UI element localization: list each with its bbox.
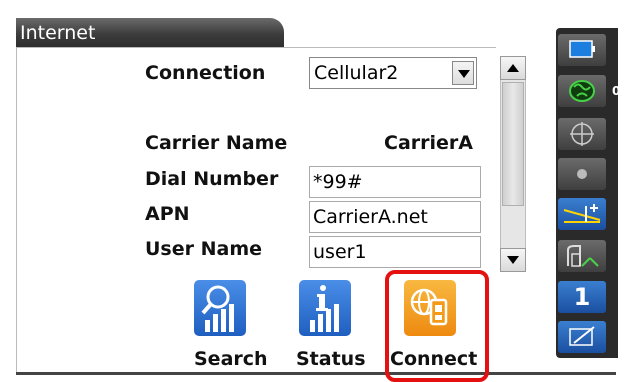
scroll-up-button[interactable]: [500, 56, 526, 80]
connection-label: Connection: [145, 62, 266, 84]
search-chart-icon: [201, 285, 234, 332]
target-button[interactable]: [558, 118, 606, 150]
search-app-label: Search: [194, 348, 268, 370]
prism-button[interactable]: [558, 240, 606, 272]
edit-button[interactable]: [558, 321, 606, 353]
status-app-button[interactable]: [299, 280, 351, 336]
scroll-down-button[interactable]: [500, 248, 526, 272]
user-name-label: User Name: [145, 238, 263, 260]
frame-divider: [16, 47, 496, 48]
target-icon: [570, 122, 594, 146]
search-app-button[interactable]: [194, 280, 246, 336]
tilt-count: 0: [612, 84, 621, 98]
user-name-field[interactable]: user1: [309, 236, 481, 268]
prism-icon: [567, 245, 599, 267]
tilt-icon: [569, 80, 595, 102]
frame-bottom-border: [16, 372, 616, 375]
battery-icon: [569, 40, 595, 58]
connect-highlight: [385, 270, 489, 382]
page-number: 1: [573, 283, 591, 311]
edit-icon: [569, 326, 595, 346]
level-button[interactable]: [558, 198, 606, 230]
dial-number-field[interactable]: *99#: [309, 166, 481, 198]
dial-number-label: Dial Number: [145, 168, 279, 190]
battery-button[interactable]: [558, 34, 606, 66]
connection-select[interactable]: Cellular2: [309, 57, 477, 89]
page-button[interactable]: 1: [558, 281, 606, 313]
chevron-down-icon[interactable]: [452, 61, 474, 85]
carrier-name-label: Carrier Name: [145, 132, 288, 154]
scrollbar-thumb[interactable]: [502, 82, 524, 206]
carrier-name-value: CarrierA: [384, 132, 473, 154]
window-title: Internet: [16, 18, 284, 48]
status-app-label: Status: [296, 348, 366, 370]
laser-dot-icon: [577, 169, 587, 179]
status-info-icon: [310, 285, 339, 332]
apn-field[interactable]: CarrierA.net: [309, 201, 481, 233]
connection-value: Cellular2: [314, 62, 399, 84]
level-icon: [563, 204, 601, 223]
apn-label: APN: [145, 203, 190, 225]
tilt-button[interactable]: [558, 75, 606, 107]
laser-button[interactable]: [558, 158, 606, 190]
frame-left-border: [16, 47, 17, 373]
